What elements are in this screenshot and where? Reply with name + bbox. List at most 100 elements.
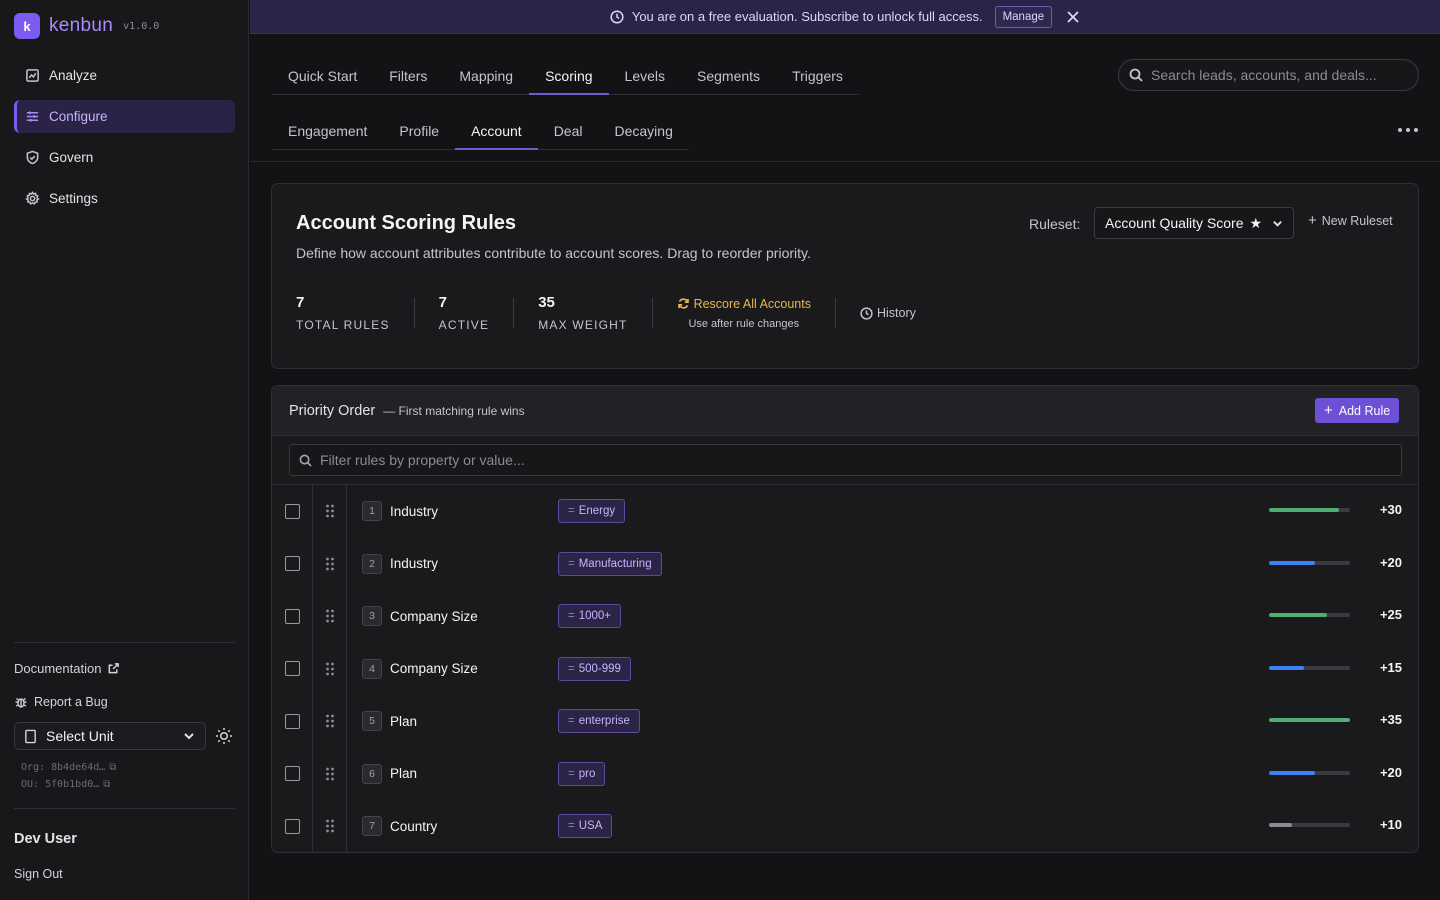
close-icon[interactable] [1066, 10, 1080, 24]
rule-value-chip: = pro [558, 761, 606, 786]
rule-weight: +20 [1379, 764, 1402, 780]
tab-triggers[interactable]: Triggers [776, 58, 859, 94]
weight-bar-fill [1269, 613, 1327, 617]
unit-select-value: Select Unit [46, 728, 114, 744]
operator: = [568, 715, 575, 728]
unit-row: Select Unit [14, 722, 235, 750]
add-rule-button[interactable]: + Add Rule [1315, 398, 1400, 423]
weight-bar [1269, 613, 1350, 617]
rescore-all-button[interactable]: Rescore All Accounts Use after rule chan… [677, 297, 811, 330]
clock-icon [860, 306, 873, 320]
rule-row[interactable]: 5 Plan = enterprise +35 [272, 695, 1418, 748]
row-checkbox[interactable] [284, 818, 300, 834]
copy-icon[interactable]: ⧉ [109, 762, 116, 773]
search-input[interactable] [1151, 67, 1401, 83]
more-options-icon[interactable] [1398, 122, 1418, 138]
drag-handle[interactable] [313, 485, 347, 538]
shield-icon [26, 150, 39, 165]
brand[interactable]: k kenbun v1.0.0 [14, 13, 159, 39]
row-checkbox[interactable] [284, 503, 300, 519]
drag-handle[interactable] [313, 590, 347, 643]
row-checkbox[interactable] [284, 661, 300, 677]
copy-icon[interactable]: ⧉ [103, 779, 110, 790]
sidebar-item-settings[interactable]: Settings [14, 182, 235, 215]
sidebar-item-configure[interactable]: Configure [14, 100, 235, 133]
priority-order-panel: Priority Order — First matching rule win… [271, 385, 1419, 853]
row-checkbox[interactable] [284, 713, 300, 729]
rule-row[interactable]: 2 Industry = Manufacturing +20 [272, 537, 1418, 590]
rule-row[interactable]: 6 Plan = pro +20 [272, 747, 1418, 800]
weight-bar-fill [1269, 508, 1339, 512]
subtab-account[interactable]: Account [455, 113, 538, 150]
rule-weight: +10 [1379, 817, 1402, 832]
drag-handle-icon [325, 819, 334, 833]
divider [834, 298, 836, 328]
checkbox-cell [272, 695, 313, 748]
stat-label: MAX WEIGHT [538, 318, 628, 332]
sidebar-item-label: Configure [49, 109, 108, 124]
stat-total-rules: 7 TOTAL RULES [296, 294, 390, 332]
building-icon [25, 729, 36, 743]
add-rule-label: Add Rule [1338, 403, 1391, 418]
rule-value: pro [578, 767, 596, 780]
org-id-row: Org: 8b4de64d… ⧉ [21, 759, 235, 776]
sign-out-link[interactable]: Sign Out [14, 867, 235, 881]
star-icon: ★ [1249, 214, 1263, 231]
rule-filter-input[interactable] [320, 452, 1320, 468]
tab-filters[interactable]: Filters [373, 58, 443, 94]
sidebar-item-analyze[interactable]: Analyze [14, 59, 235, 92]
new-ruleset-button[interactable]: + New Ruleset [1308, 212, 1393, 229]
rule-value-chip: = 500-999 [558, 656, 631, 681]
row-checkbox[interactable] [284, 766, 300, 782]
history-label: History [876, 306, 916, 320]
rule-row[interactable]: 7 Country = USA +10 [272, 800, 1418, 852]
tab-scoring[interactable]: Scoring [529, 58, 610, 95]
unit-select[interactable]: Select Unit [14, 722, 206, 750]
manage-button[interactable]: Manage [994, 5, 1053, 28]
checkbox-cell [272, 537, 313, 590]
tab-quick-start[interactable]: Quick Start [272, 58, 373, 94]
checkbox-cell [272, 485, 313, 538]
drag-handle[interactable] [313, 747, 347, 800]
history-button[interactable]: History [860, 306, 916, 320]
stat-active: 7 ACTIVE [439, 294, 490, 332]
drag-handle[interactable] [313, 537, 347, 590]
rule-row[interactable]: 4 Company Size = 500-999 +15 [272, 642, 1418, 695]
rule-weight: +25 [1379, 607, 1402, 622]
documentation-link[interactable]: Documentation [14, 661, 235, 676]
rule-value-chip: = enterprise [558, 709, 640, 734]
rule-row[interactable]: 3 Company Size = 1000+ +25 [272, 590, 1418, 643]
drag-handle[interactable] [313, 800, 347, 852]
rule-value: Manufacturing [578, 557, 652, 570]
subtab-profile[interactable]: Profile [383, 113, 455, 149]
row-checkbox[interactable] [284, 556, 300, 572]
subtab-deal[interactable]: Deal [538, 113, 599, 149]
sidebar-item-govern[interactable]: Govern [14, 141, 235, 174]
rule-row[interactable]: 1 Industry = Energy +30 [272, 485, 1418, 538]
rule-weight: +20 [1379, 554, 1402, 570]
report-bug-link[interactable]: Report a Bug [14, 695, 235, 709]
rules-list: 1 Industry = Energy +30 2 Industry = Manufacturi… [272, 484, 1418, 852]
subtab-engagement[interactable]: Engagement [272, 113, 383, 149]
sidebar-item-label: Govern [49, 150, 94, 165]
priority-number: 3 [362, 606, 382, 627]
theme-toggle-sun-icon[interactable] [215, 727, 233, 745]
sidebar-footer: Documentation Report a Bug Select Unit O… [14, 642, 235, 793]
stat-label: TOTAL RULES [296, 318, 390, 332]
tab-mapping[interactable]: Mapping [443, 58, 529, 94]
tab-levels[interactable]: Levels [609, 58, 681, 94]
drag-handle-icon [325, 504, 334, 518]
ruleset-select[interactable]: Account Quality Score ★ [1094, 207, 1294, 239]
drag-handle[interactable] [313, 642, 347, 695]
subtab-decaying[interactable]: Decaying [598, 113, 688, 149]
drag-handle[interactable] [313, 695, 347, 748]
rule-property: Industry [390, 556, 439, 572]
rule-value-chip: = Manufacturing [558, 551, 662, 576]
rule-value: enterprise [578, 715, 630, 728]
operator: = [568, 557, 575, 570]
weight-bar-fill [1269, 823, 1293, 827]
tab-segments[interactable]: Segments [681, 58, 776, 94]
priority-number: 2 [362, 553, 382, 574]
brand-name: kenbun [49, 15, 114, 36]
row-checkbox[interactable] [284, 608, 300, 624]
